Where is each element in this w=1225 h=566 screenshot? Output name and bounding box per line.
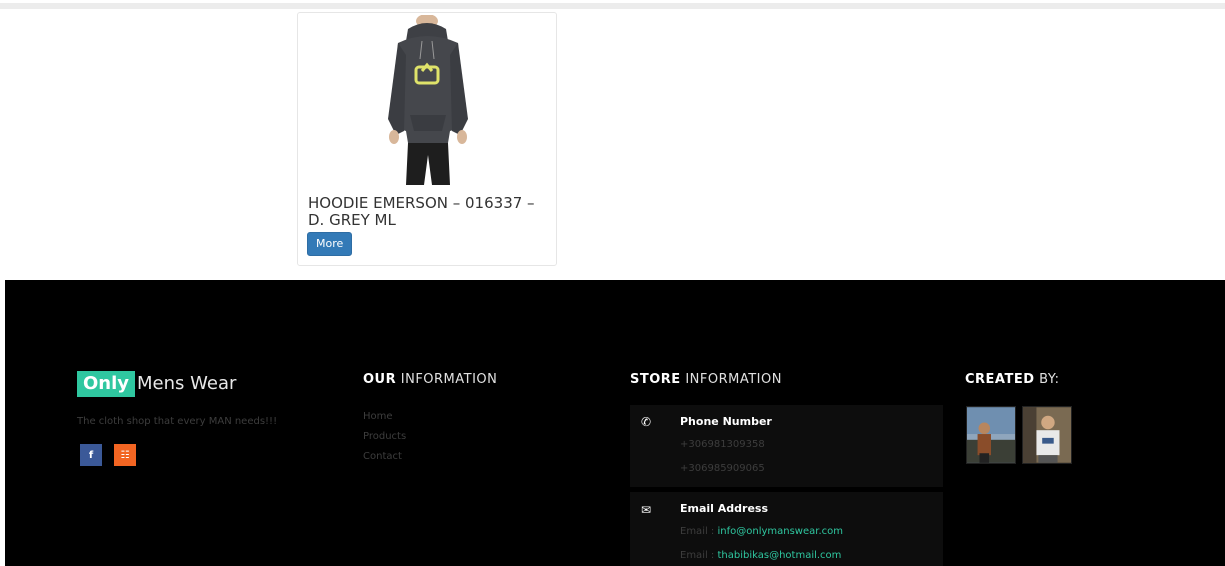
facebook-icon[interactable]: f (80, 444, 102, 466)
footer: Only Mens Wear The cloth shop that every… (5, 280, 1225, 566)
email-title: Email Address (680, 502, 769, 515)
top-bar (0, 3, 1225, 9)
link-home[interactable]: Home (363, 407, 406, 427)
hoodie-product-image[interactable] (378, 15, 478, 185)
creator-photo-2 (1022, 406, 1072, 464)
social-links: f ☷ (80, 444, 136, 466)
heading-rest: BY: (1034, 372, 1060, 387)
our-information-links: Home Products Contact (363, 407, 406, 467)
creator-photos (966, 406, 1072, 464)
phone-title: Phone Number (680, 415, 772, 428)
email-line-1: Email : info@onlymanswear.com (680, 526, 843, 537)
phone-number-2[interactable]: +306985909065 (680, 463, 765, 474)
email-link-1[interactable]: info@onlymanswear.com (717, 526, 843, 537)
email-link-2[interactable]: thabibikas@hotmail.com (717, 550, 841, 561)
email-label: Email : (680, 526, 715, 537)
brand-highlight: Only (77, 371, 136, 397)
created-by-heading: CREATED BY: (965, 372, 1059, 387)
heading-rest: INFORMATION (396, 372, 498, 387)
product-title[interactable]: HOODIE EMERSON – 016337 – D. GREY ML (308, 195, 548, 229)
email-label: Email : (680, 550, 715, 561)
phone-number-1[interactable]: +306981309358 (680, 439, 765, 450)
email-info-box: ✉ Email Address Email : info@onlymanswea… (630, 492, 943, 566)
envelope-icon: ✉ (641, 503, 652, 517)
rss-icon[interactable]: ☷ (114, 444, 136, 466)
heading-rest: INFORMATION (680, 372, 782, 387)
link-products[interactable]: Products (363, 427, 406, 447)
creator-photo-1 (966, 406, 1016, 464)
brand-logo[interactable]: Only Mens Wear (77, 371, 236, 397)
brand-name: Mens Wear (137, 373, 237, 394)
our-information-heading: OUR INFORMATION (363, 372, 497, 387)
more-button[interactable]: More (307, 232, 353, 256)
phone-icon: ✆ (641, 415, 652, 429)
store-information-heading: STORE INFORMATION (630, 372, 782, 387)
product-card: HOODIE EMERSON – 016337 – D. GREY ML Mor… (297, 12, 557, 266)
email-line-2: Email : thabibikas@hotmail.com (680, 550, 841, 561)
phone-info-box: ✆ Phone Number +306981309358 +3069859090… (630, 405, 943, 487)
link-contact[interactable]: Contact (363, 447, 406, 467)
tagline: The cloth shop that every MAN needs!!! (77, 416, 278, 427)
heading-bold: STORE (630, 372, 681, 387)
heading-bold: OUR (363, 372, 397, 387)
heading-bold: CREATED (965, 372, 1035, 387)
